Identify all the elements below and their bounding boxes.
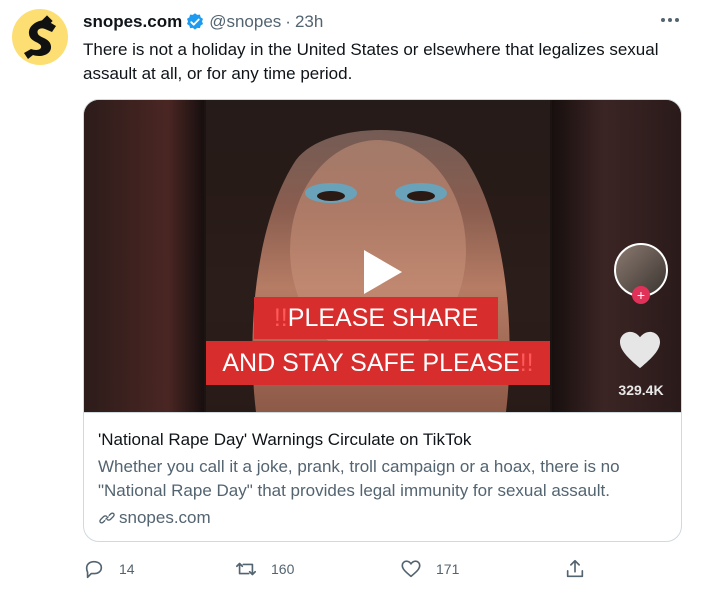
reply-count: 14: [119, 561, 135, 577]
video-bg-left: [84, 100, 204, 412]
like-count: 171: [436, 561, 460, 577]
share-button[interactable]: [564, 556, 586, 582]
card-body[interactable]: 'National Rape Day' Warnings Circulate o…: [84, 412, 681, 541]
tweet-text: There is not a holiday in the United Sta…: [83, 40, 659, 83]
video-like-count: 329.4K: [618, 382, 664, 398]
video-heart-icon: [620, 331, 660, 369]
card-description: Whether you call it a joke, prank, troll…: [98, 457, 620, 500]
reply-button[interactable]: 14: [83, 556, 135, 582]
share-icon: [566, 559, 584, 578]
retweet-count: 160: [271, 561, 295, 577]
more-options-button[interactable]: [656, 10, 684, 30]
heart-icon: [401, 560, 421, 578]
separator-dot: ·: [285, 12, 291, 31]
like-button[interactable]: 171: [400, 556, 459, 582]
action-bar: 14 160 171: [83, 556, 603, 582]
link-card[interactable]: !!PLEASE SHARE AND STAY SAFE PLEASE!! + …: [83, 99, 682, 542]
card-domain-text: snopes.com: [119, 508, 211, 527]
more-icon: [661, 18, 665, 22]
card-title: 'National Rape Day' Warnings Circulate o…: [98, 430, 472, 449]
display-name[interactable]: snopes.com: [83, 12, 182, 32]
handle[interactable]: @snopes: [209, 12, 281, 32]
link-icon: [99, 512, 115, 524]
retweet-button[interactable]: 160: [235, 556, 294, 582]
card-domain: snopes.com: [98, 507, 667, 529]
verified-badge-icon: [187, 13, 204, 30]
follow-plus-icon: +: [632, 286, 650, 304]
avatar[interactable]: [12, 9, 68, 65]
tweet: snopes.com @snopes · 23h There is not a …: [0, 0, 711, 600]
reply-icon: [85, 560, 103, 579]
timestamp[interactable]: 23h: [295, 12, 323, 32]
snopes-logo-icon: [24, 15, 56, 59]
tweet-header: snopes.com @snopes · 23h: [83, 11, 323, 33]
video-banner-line1: !!PLEASE SHARE: [254, 297, 498, 339]
video-banner-line2: AND STAY SAFE PLEASE!!: [206, 341, 550, 385]
retweet-icon: [236, 562, 256, 576]
video-preview[interactable]: !!PLEASE SHARE AND STAY SAFE PLEASE!! + …: [84, 100, 681, 412]
play-icon[interactable]: [356, 246, 408, 298]
